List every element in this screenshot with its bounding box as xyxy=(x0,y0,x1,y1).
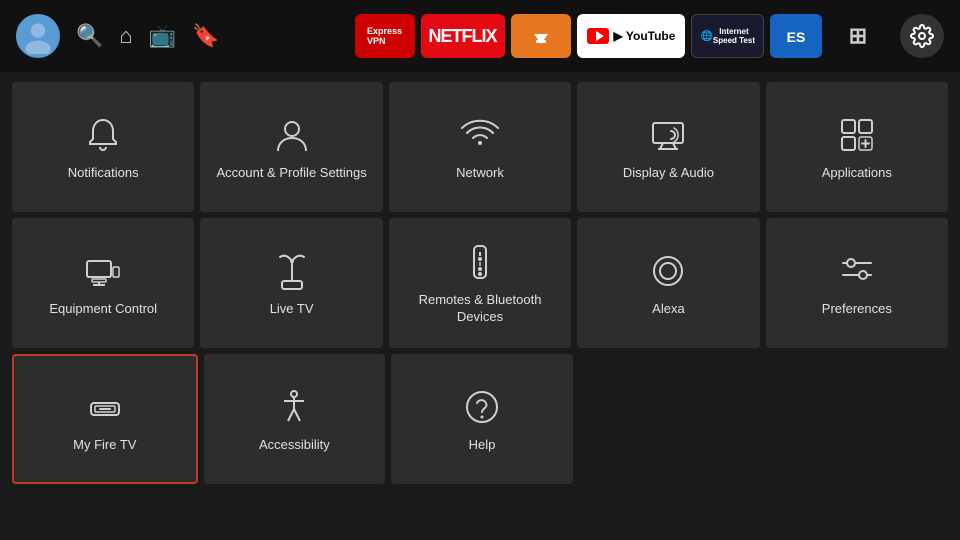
search-icon[interactable]: 🔍 xyxy=(76,23,103,49)
settings-button[interactable] xyxy=(900,14,944,58)
svg-text:ES: ES xyxy=(787,29,806,45)
settings-empty-1 xyxy=(579,354,761,484)
app-downloader[interactable] xyxy=(511,14,571,58)
settings-accessibility[interactable]: Accessibility xyxy=(204,354,386,484)
bookmark-icon[interactable]: 🔖 xyxy=(192,23,219,49)
applications-label: Applications xyxy=(822,165,892,182)
settings-alexa[interactable]: Alexa xyxy=(577,218,759,348)
tv-icon[interactable]: 📺 xyxy=(149,23,176,49)
settings-my-fire-tv[interactable]: My Fire TV xyxy=(12,354,198,484)
settings-grid: Notifications Account & Profile Settings xyxy=(0,72,960,494)
app-shortcuts: ExpressVPN NETFLIX ▶ YouTube 🌐 InternetS… xyxy=(355,14,888,58)
accessibility-label: Accessibility xyxy=(259,437,330,454)
app-speedtest[interactable]: 🌐 InternetSpeed Test xyxy=(691,14,764,58)
app-youtube[interactable]: ▶ YouTube xyxy=(577,14,686,58)
settings-equipment-control[interactable]: Equipment Control xyxy=(12,218,194,348)
notifications-label: Notifications xyxy=(68,165,139,182)
my-fire-tv-label: My Fire TV xyxy=(73,437,136,454)
settings-empty-2 xyxy=(766,354,948,484)
settings-remotes-bluetooth[interactable]: Remotes & Bluetooth Devices xyxy=(389,218,571,348)
youtube-label: ▶ YouTube xyxy=(614,29,676,43)
live-tv-label: Live TV xyxy=(270,301,314,318)
network-label: Network xyxy=(456,165,504,182)
preferences-label: Preferences xyxy=(822,301,892,318)
display-audio-label: Display & Audio xyxy=(623,165,714,182)
settings-help[interactable]: Help xyxy=(391,354,573,484)
help-label: Help xyxy=(469,437,496,454)
settings-applications[interactable]: Applications xyxy=(766,82,948,212)
equipment-control-label: Equipment Control xyxy=(49,301,157,318)
grid-row-3: My Fire TV Accessibility xyxy=(12,354,948,484)
settings-live-tv[interactable]: Live TV xyxy=(200,218,382,348)
app-es[interactable]: ES xyxy=(770,14,822,58)
settings-account[interactable]: Account & Profile Settings xyxy=(200,82,382,212)
settings-display-audio[interactable]: Display & Audio xyxy=(577,82,759,212)
settings-preferences[interactable]: Preferences xyxy=(766,218,948,348)
app-expressvpn[interactable]: ExpressVPN xyxy=(355,14,415,58)
nav-icons: 🔍 ⌂ 📺 🔖 xyxy=(76,23,220,49)
app-add[interactable]: ⊞ xyxy=(828,14,888,58)
alexa-label: Alexa xyxy=(652,301,685,318)
app-netflix[interactable]: NETFLIX xyxy=(421,14,505,58)
settings-network[interactable]: Network xyxy=(389,82,571,212)
top-bar: 🔍 ⌂ 📺 🔖 ExpressVPN NETFLIX ▶ YouTube xyxy=(0,0,960,72)
grid-row-2: Equipment Control Live TV xyxy=(12,218,948,348)
avatar[interactable] xyxy=(16,14,60,58)
home-icon[interactable]: ⌂ xyxy=(119,23,132,49)
account-label: Account & Profile Settings xyxy=(216,165,366,182)
grid-row-1: Notifications Account & Profile Settings xyxy=(12,82,948,212)
remotes-bluetooth-label: Remotes & Bluetooth Devices xyxy=(397,292,563,326)
settings-notifications[interactable]: Notifications xyxy=(12,82,194,212)
